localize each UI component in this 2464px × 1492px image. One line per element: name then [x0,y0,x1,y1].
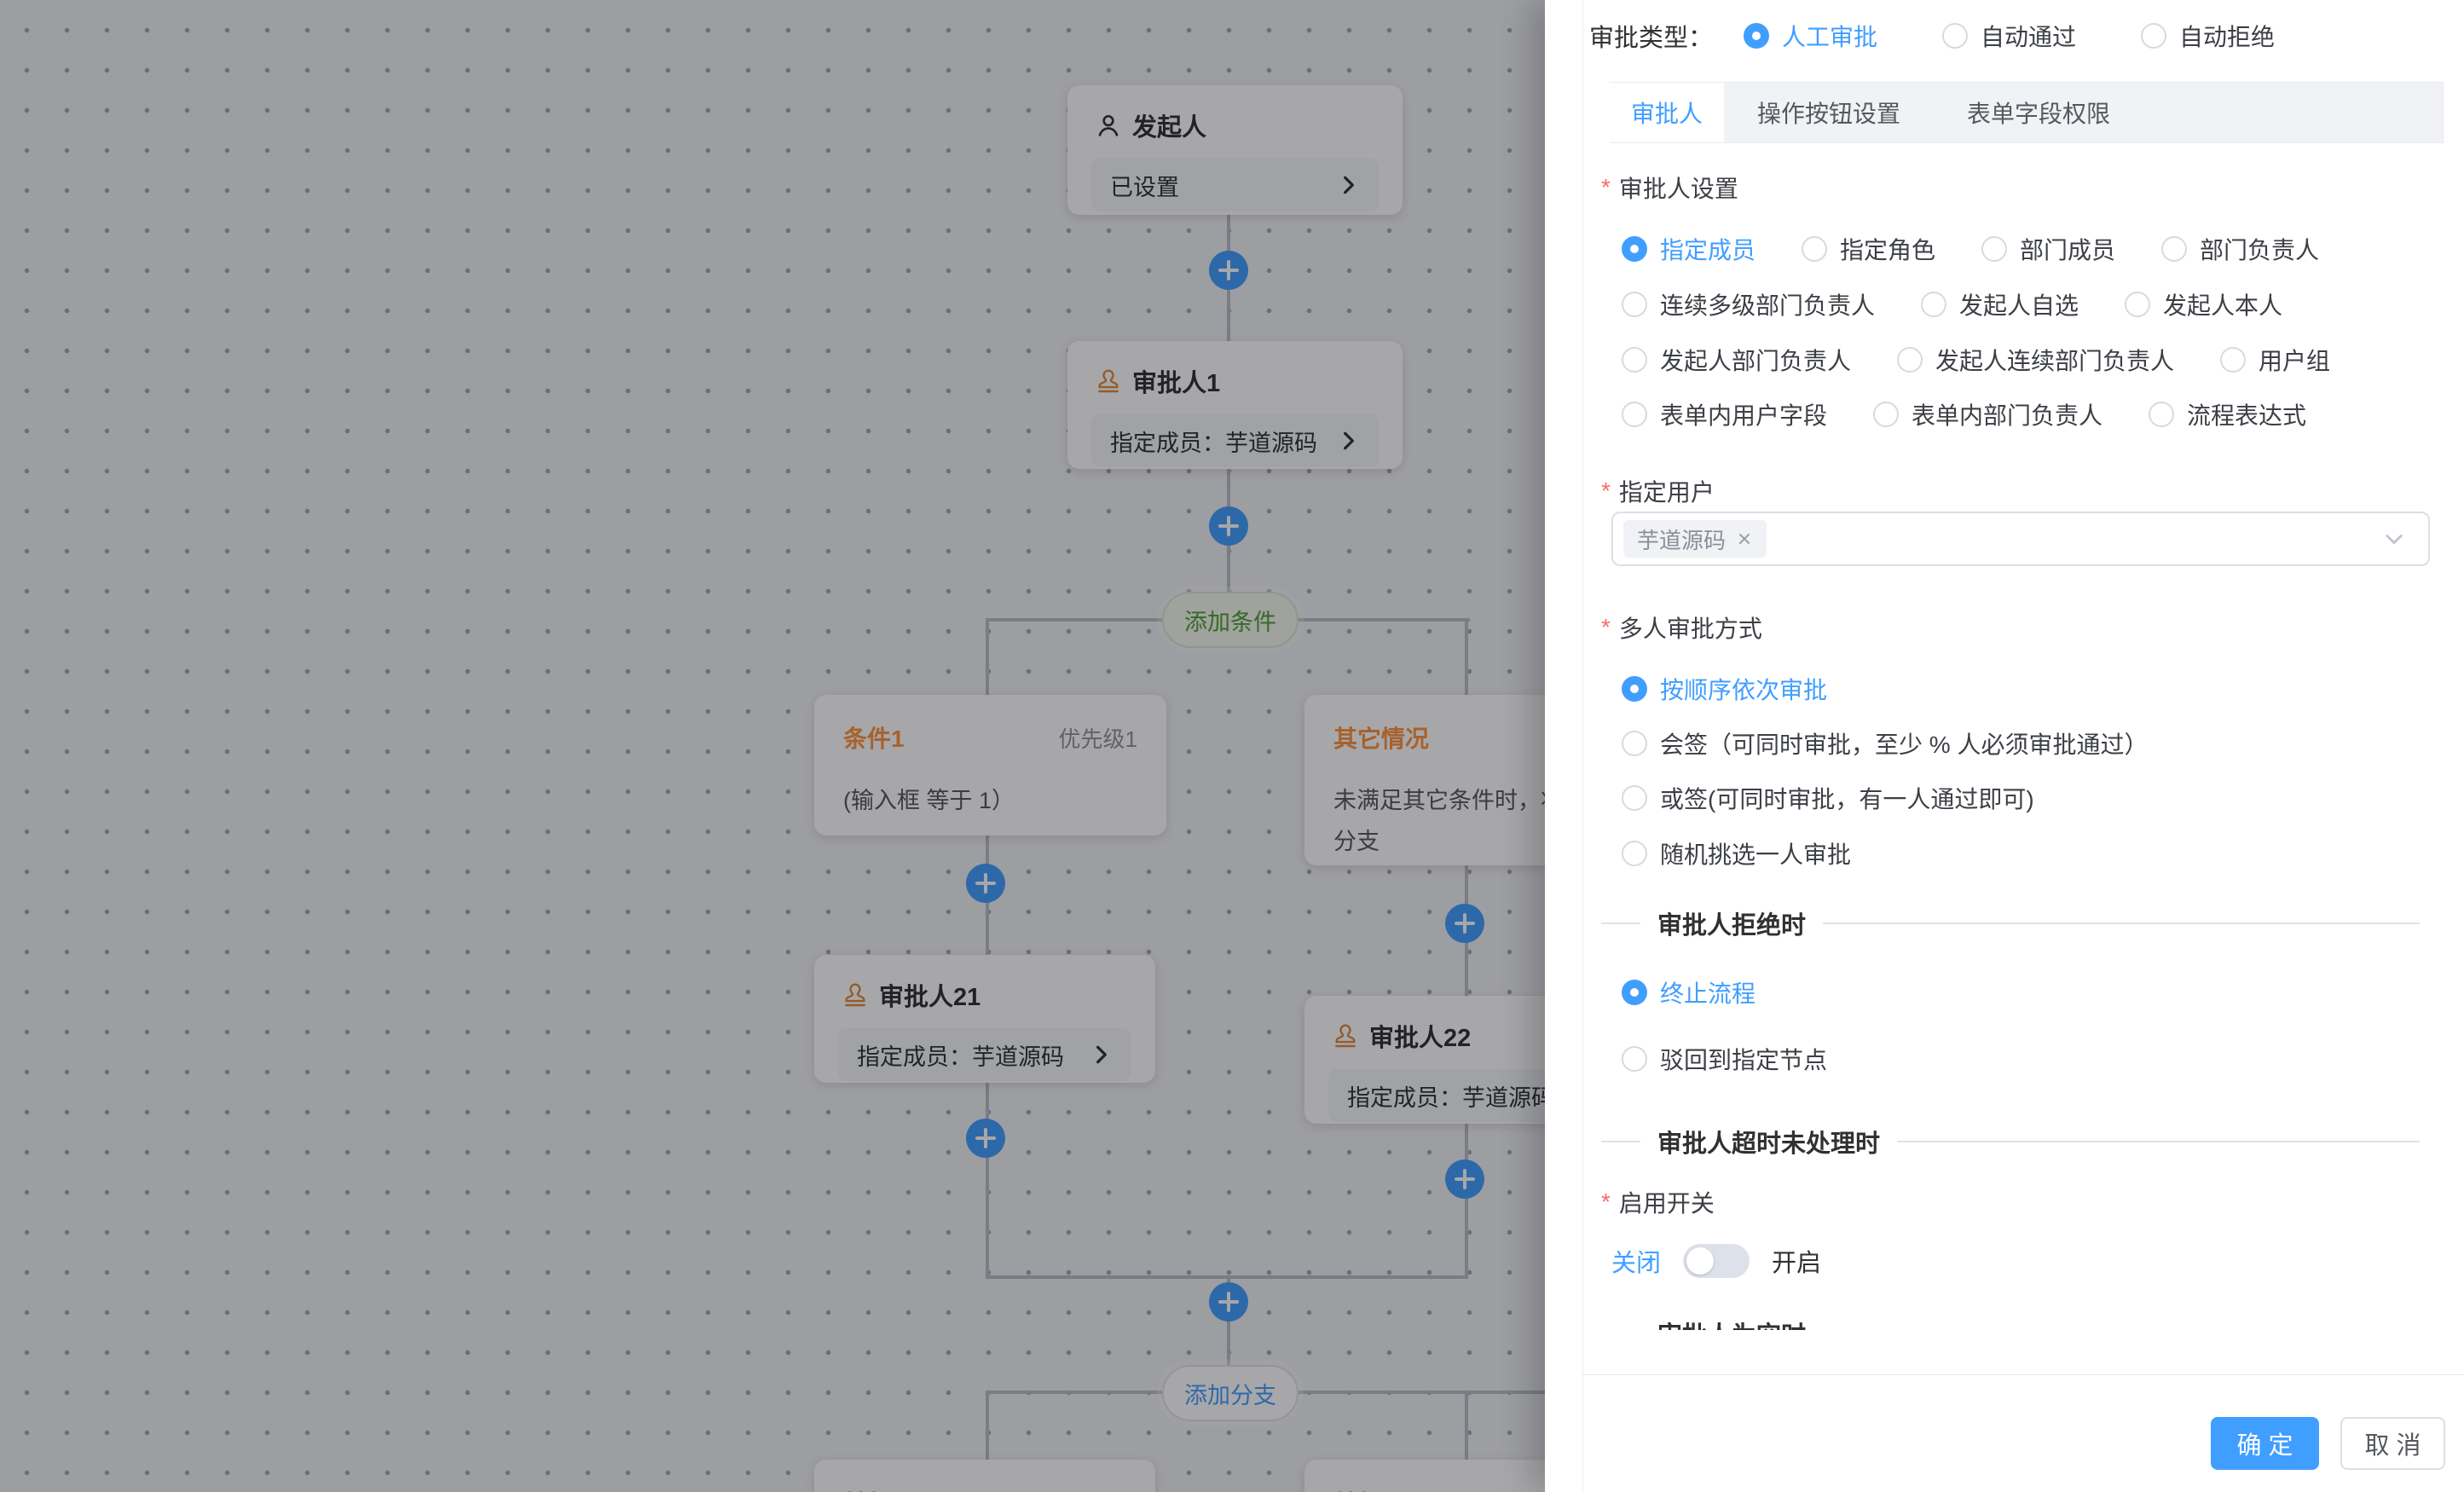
modal-overlay[interactable] [0,0,1560,1492]
approval-config-drawer: 审批类型： 人工审批 自动通过 自动拒绝 审批人 操作按钮设置 表单字段权限 审 [1545,0,2464,1492]
timeout-section-title: 审批人超时未处理时 [1657,1124,1880,1159]
empty-section-title: 审批人为空时 [1657,1316,1806,1330]
enable-switch-label: 启用开关 [1601,1185,1715,1219]
drawer-form-area: 审批类型： 人工审批 自动通过 自动拒绝 审批人 操作按钮设置 表单字段权限 审 [1545,0,2464,1330]
switch-off-label: 关闭 [1611,1243,1661,1279]
timeout-switch-row: 关闭 开启 [1611,1243,1821,1279]
reject-section-divider: 审批人拒绝时 [1601,905,2420,941]
tab-approver[interactable]: 审批人 [1610,83,1724,142]
footer-divider [1582,1374,2464,1375]
approver-radio-dept-member[interactable]: 部门成员 [1981,232,2115,266]
remove-tag-icon[interactable] [1736,530,1753,547]
approval-type-auto-reject-radio[interactable]: 自动拒绝 [2141,19,2275,53]
approval-type-label: 审批类型： [1589,18,1713,54]
approver-radio-form-user-field[interactable]: 表单内用户字段 [1622,397,1827,431]
confirm-button[interactable]: 确 定 [2211,1417,2319,1470]
reject-section-title: 审批人拒绝时 [1657,905,1806,941]
approver-radio-form-dept-leader[interactable]: 表单内部门负责人 [1873,397,2102,431]
reject-return-node-radio[interactable]: 驳回到指定节点 [1622,1042,1827,1076]
approval-flow-designer: 发起人 已设置 审批人1 指定成员：芋道源码 [0,0,2464,1492]
switch-on-label: 开启 [1772,1243,1821,1279]
tab-action-buttons[interactable]: 操作按钮设置 [1724,83,1934,142]
empty-section-divider: 审批人为空时 [1601,1308,2420,1330]
multi-mode-random-one-radio[interactable]: 随机挑选一人审批 [1622,836,1851,870]
approver-radio-designated-role[interactable]: 指定角色 [1802,232,1935,266]
cancel-button[interactable]: 取 消 [2340,1417,2445,1470]
approver-radio-user-group[interactable]: 用户组 [2220,343,2330,377]
chevron-down-icon [2382,527,2406,551]
approver-radio-multi-level-dept-leader[interactable]: 连续多级部门负责人 [1622,287,1875,321]
multi-mode-label: 多人审批方式 [1601,610,1762,645]
timeout-toggle[interactable] [1683,1244,1750,1278]
approver-setting-label: 审批人设置 [1601,171,1738,205]
approver-radio-process-expression[interactable]: 流程表达式 [2149,397,2306,431]
approval-type-manual-radio[interactable]: 人工审批 [1744,19,1877,53]
timeout-section-divider: 审批人超时未处理时 [1601,1124,2420,1159]
approver-radio-initiator-choose[interactable]: 发起人自选 [1921,287,2079,321]
config-tabbar: 审批人 操作按钮设置 表单字段权限 [1610,82,2444,143]
assigned-user-label: 指定用户 [1601,474,1715,508]
reject-terminate-radio[interactable]: 终止流程 [1622,975,1755,1009]
multi-mode-sequential-radio[interactable]: 按顺序依次审批 [1622,672,1827,706]
approver-radio-designated-member[interactable]: 指定成员 [1622,232,1755,266]
tab-form-field-permissions[interactable]: 表单字段权限 [1934,83,2143,142]
assigned-user-tag: 芋道源码 [1623,520,1767,558]
approval-type-auto-pass-radio[interactable]: 自动通过 [1942,19,2076,53]
multi-mode-countersign-radio[interactable]: 会签（可同时审批，至少 % 人必须审批通过） [1622,726,2148,760]
approver-radio-initiator-dept-leader[interactable]: 发起人部门负责人 [1622,343,1851,377]
multi-mode-orsign-radio[interactable]: 或签(可同时审批，有一人通过即可) [1622,781,2034,815]
assigned-user-select[interactable]: 芋道源码 [1611,512,2430,566]
approver-radio-initiator-multi-dept-leader[interactable]: 发起人连续部门负责人 [1897,343,2174,377]
approver-radio-initiator-self[interactable]: 发起人本人 [2125,287,2282,321]
approver-radio-dept-leader[interactable]: 部门负责人 [2161,232,2319,266]
